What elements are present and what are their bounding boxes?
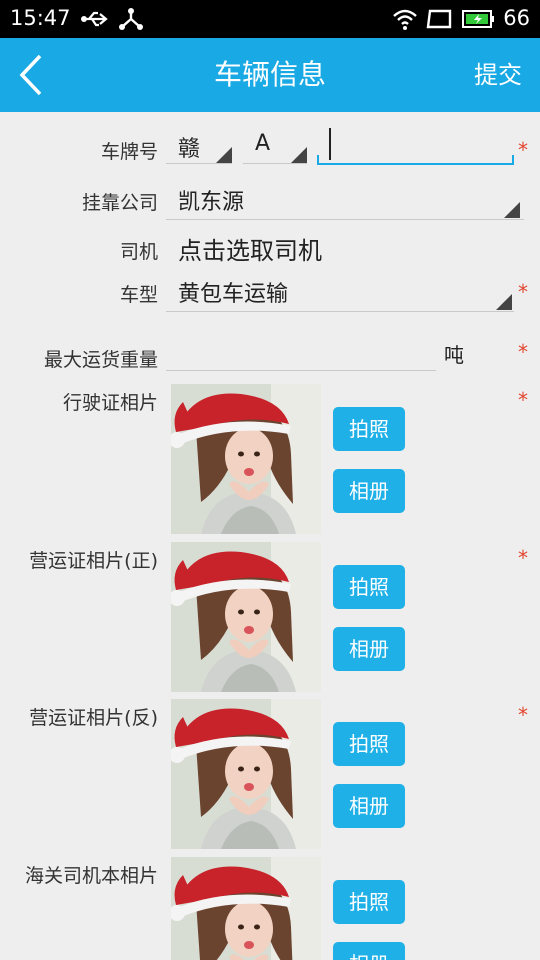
driver-label: 司机 [119,241,158,263]
photo-thumbnail-image [171,542,321,692]
photo-thumbnail[interactable] [171,384,321,534]
vehicle-type-select[interactable]: 黄包车运输 [166,270,514,312]
plate-province-value: 赣 [178,137,201,162]
take-photo-button[interactable]: 拍照 [333,722,405,766]
app-header: 车辆信息 提交 [0,38,540,112]
back-button[interactable] [10,50,56,100]
album-button[interactable]: 相册 [333,627,405,671]
dropdown-corner-icon [291,147,307,163]
vehicle-type-label: 车型 [119,284,158,306]
photo-thumbnail-image [171,857,321,960]
dropdown-corner-icon [216,147,232,163]
weight-unit: 吨 [444,343,464,367]
share-icon [118,7,144,35]
plate-letter-value: A [255,131,271,156]
text-cursor [329,128,331,160]
company-label: 挂靠公司 [81,192,158,214]
chevron-left-icon [19,54,42,96]
status-bar: 15:47 66 [0,0,540,38]
wifi-icon [392,7,418,35]
plate-label: 车牌号 [100,141,158,163]
required-marker: * [518,340,528,364]
usb-icon [80,7,110,35]
page-title: 车辆信息 [213,58,326,91]
plate-province-select[interactable]: 赣 [166,126,232,164]
take-photo-button[interactable]: 拍照 [333,880,405,924]
required-marker: * [518,703,528,727]
driver-picker[interactable]: 点击选取司机 [178,231,322,266]
max-weight-label: 最大运货重量 [43,349,158,371]
album-button[interactable]: 相册 [333,469,405,513]
required-marker: * [518,138,528,162]
photo-thumbnail[interactable] [171,857,321,960]
company-value: 凯东源 [178,190,245,215]
required-marker: * [518,546,528,570]
photo-label: 营运证相片(正) [29,550,158,572]
photo-thumbnail-image [171,384,321,534]
photo-label: 海关司机本相片 [24,865,158,887]
company-select[interactable]: 凯东源 [166,178,524,220]
photo-label: 营运证相片(反) [29,707,158,729]
take-photo-button[interactable]: 拍照 [333,407,405,451]
required-marker: * [518,388,528,412]
take-photo-button[interactable]: 拍照 [333,565,405,609]
battery-icon [462,7,496,35]
status-time: 15:47 [10,6,71,30]
window-icon [426,7,454,35]
plate-number-input[interactable] [317,126,514,166]
submit-button[interactable]: 提交 [474,38,522,112]
photo-thumbnail[interactable] [171,542,321,692]
photo-label: 行驶证相片 [62,392,158,414]
photo-thumbnail[interactable] [171,699,321,849]
album-button[interactable]: 相册 [333,784,405,828]
photo-thumbnail-image [171,699,321,849]
dropdown-corner-icon [496,294,512,310]
max-weight-input[interactable] [166,332,436,372]
album-button[interactable]: 相册 [333,942,405,960]
battery-level: 66 [503,6,530,30]
dropdown-corner-icon [504,202,520,218]
required-marker: * [518,280,528,304]
plate-letter-select[interactable]: A [243,126,307,164]
vehicle-type-value: 黄包车运输 [178,282,289,307]
